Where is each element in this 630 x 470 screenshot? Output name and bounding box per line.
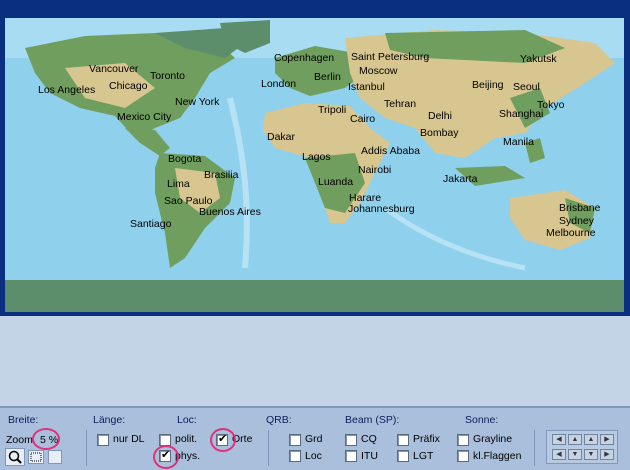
city-label: Sydney — [559, 215, 595, 227]
city-label: Mexico City — [117, 111, 172, 123]
praefix-label: Präfix — [413, 433, 440, 445]
city-label: Manila — [503, 136, 534, 148]
city-label: Berlin — [314, 71, 341, 83]
divider — [534, 430, 535, 466]
city-label: Shanghai — [499, 108, 544, 120]
city-label: Santiago — [130, 218, 172, 230]
laenge-label: Länge: — [93, 414, 126, 426]
down-fast-icon[interactable]: ▼ — [584, 449, 598, 460]
divider — [86, 430, 87, 466]
city-label: Buenos Aires — [199, 206, 261, 218]
grayline-checkbox[interactable] — [457, 434, 469, 446]
breite-label: Breite: — [8, 414, 39, 426]
city-label: Bogota — [168, 153, 202, 165]
city-label: Brisbane — [559, 202, 601, 214]
city-label: Cairo — [350, 113, 376, 125]
first-icon[interactable]: ◀ — [552, 434, 566, 445]
down-arrow-icon[interactable]: ▼ — [568, 449, 582, 460]
city-label: Yakutsk — [520, 53, 557, 65]
up-fast-icon[interactable]: ▲ — [584, 434, 598, 445]
city-label: Istanbul — [348, 81, 385, 93]
city-label: Los Angeles — [38, 84, 96, 96]
city-label: Luanda — [318, 176, 354, 188]
grayline-label: Grayline — [473, 433, 513, 445]
kl-flaggen-label: kl.Flaggen — [473, 450, 522, 462]
city-label: Saint Petersburg — [351, 51, 430, 63]
sonne-label: Sonne: — [465, 414, 499, 426]
up-arrow-icon[interactable]: ▲ — [568, 434, 582, 445]
city-label: Brasilia — [204, 169, 239, 181]
grd-checkbox[interactable] — [289, 434, 301, 446]
loc-checkbox[interactable] — [289, 450, 301, 462]
map-frame: Vancouver Toronto Chicago Los Angeles Ne… — [0, 0, 630, 316]
nur-dl-label: nur DL — [113, 433, 145, 445]
divider — [268, 430, 269, 466]
magnifier-icon — [8, 450, 22, 464]
city-label: Beijing — [472, 79, 504, 91]
itu-checkbox[interactable] — [345, 450, 357, 462]
beam-label: Beam (SP): — [345, 414, 400, 426]
city-label: New York — [175, 96, 220, 108]
qrb-label: QRB: — [266, 414, 292, 426]
city-label: Tripoli — [318, 104, 347, 116]
city-label: Chicago — [109, 80, 148, 92]
city-label: Lima — [167, 178, 190, 190]
city-label: Johannesburg — [348, 203, 415, 215]
left-end-icon[interactable]: ◀ — [552, 449, 566, 460]
zoom-tool-button[interactable] — [5, 448, 25, 466]
city-label: Melbourne — [546, 227, 596, 239]
right-arrow-icon[interactable]: ▶ — [600, 434, 614, 445]
city-label: Seoul — [513, 81, 540, 93]
zoom-select-button[interactable] — [28, 450, 44, 464]
praefix-checkbox[interactable] — [397, 434, 409, 446]
status-area — [0, 318, 630, 406]
city-label: Dakar — [267, 131, 296, 143]
city-label: Toronto — [150, 70, 186, 82]
zoom-label: Zoom — [6, 434, 33, 446]
cq-checkbox[interactable] — [345, 434, 357, 446]
loc-label: Loc: — [177, 414, 197, 426]
highlight-circle — [153, 445, 179, 469]
loc-option-label: Loc — [305, 450, 322, 462]
world-map[interactable]: Vancouver Toronto Chicago Los Angeles Ne… — [5, 18, 624, 312]
cq-label: CQ — [361, 433, 377, 445]
itu-label: ITU — [361, 450, 378, 462]
zoom-reset-button[interactable] — [48, 450, 62, 464]
city-label: Copenhagen — [274, 52, 335, 64]
right-end-icon[interactable]: ▶ — [600, 449, 614, 460]
city-label: Addis Ababa — [361, 145, 420, 157]
city-label: Moscow — [359, 65, 398, 77]
city-label: Lagos — [302, 151, 331, 163]
grd-label: Grd — [305, 433, 323, 445]
lgt-label: LGT — [413, 450, 434, 462]
nur-dl-checkbox[interactable] — [97, 434, 109, 446]
city-label: London — [261, 78, 297, 90]
city-label: Vancouver — [89, 63, 139, 75]
city-label: Nairobi — [358, 164, 392, 176]
city-label: Delhi — [428, 110, 452, 122]
highlight-circle — [32, 428, 60, 450]
city-label: Tehran — [384, 98, 417, 110]
lgt-checkbox[interactable] — [397, 450, 409, 462]
kl-flaggen-checkbox[interactable] — [457, 450, 469, 462]
highlight-circle — [210, 428, 236, 452]
polit-label: polit. — [175, 433, 198, 445]
dotted-rect-icon — [30, 452, 42, 462]
city-label: Jakarta — [443, 173, 478, 185]
city-label: Bombay — [420, 127, 459, 139]
